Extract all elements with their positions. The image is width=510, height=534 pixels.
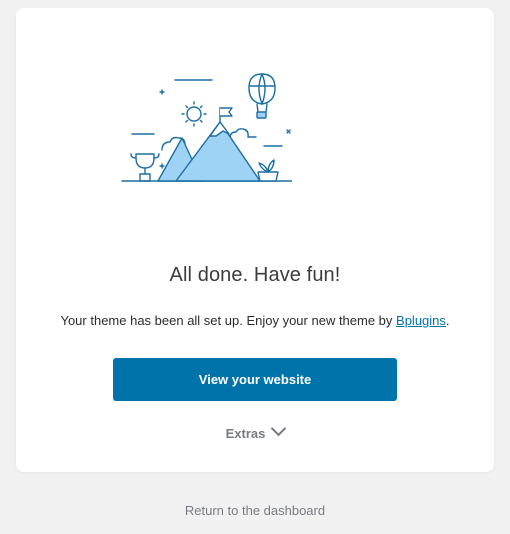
- setup-message: Your theme has been all set up. Enjoy yo…: [16, 313, 494, 328]
- mountain-illustration-icon: [102, 66, 297, 196]
- setup-message-period: .: [445, 313, 450, 328]
- chevron-down-icon: [271, 420, 287, 437]
- extras-label: Extras: [225, 426, 266, 441]
- return-to-dashboard-link[interactable]: Return to the dashboard: [0, 503, 510, 518]
- setup-complete-card: All done. Have fun! Your theme has been …: [16, 8, 494, 472]
- view-website-button[interactable]: View your website: [113, 358, 397, 401]
- setup-message-text: Your theme has been all set up. Enjoy yo…: [60, 313, 397, 328]
- page-title: All done. Have fun!: [169, 264, 341, 286]
- extras-toggle[interactable]: Extras: [16, 420, 494, 441]
- bplugins-link[interactable]: Bplugins: [396, 313, 446, 328]
